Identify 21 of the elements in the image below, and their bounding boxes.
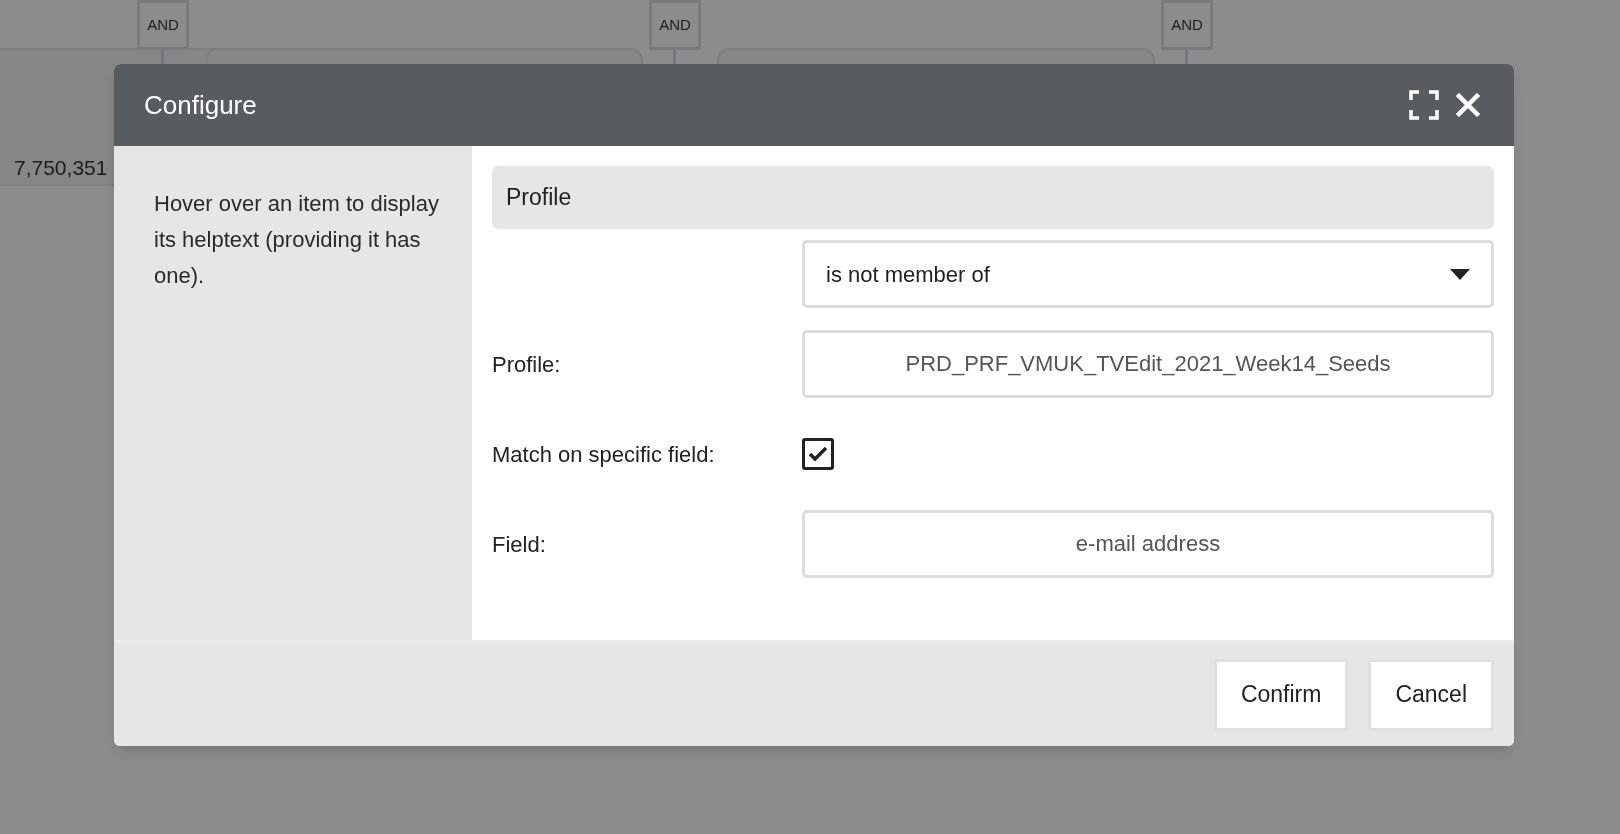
dialog-button[interactable]: Confirm (1213, 658, 1349, 731)
checkmark-icon (808, 446, 828, 462)
field-label: Match on specific field: (492, 440, 716, 469)
dialog-title: Configure (144, 88, 258, 122)
caret-icon (1450, 268, 1470, 280)
help-text: Hover over an item to display its helptext (providing it has one). (154, 190, 440, 290)
field-label: Field: (492, 530, 547, 559)
checkbox[interactable] (802, 438, 834, 470)
operator-select[interactable]: is not member of (802, 240, 1494, 308)
operator-node: AND (649, 0, 701, 50)
section-header: Profile (492, 166, 1494, 229)
operator-node: AND (137, 0, 189, 50)
dialog-button[interactable]: Cancel (1368, 658, 1494, 731)
close-icon (1456, 93, 1480, 117)
fullscreen-button[interactable] (1408, 89, 1440, 121)
text-input[interactable]: PRD_PRF_VMUK_TVEdit_2021_Week14_Seeds (802, 330, 1494, 398)
operator-node: AND (1161, 0, 1213, 50)
fullscreen-icon (1409, 90, 1439, 120)
count-text: 7,750,351 (14, 155, 108, 181)
text-input[interactable]: e-mail address (802, 510, 1494, 578)
field-label: Profile: (492, 350, 562, 379)
